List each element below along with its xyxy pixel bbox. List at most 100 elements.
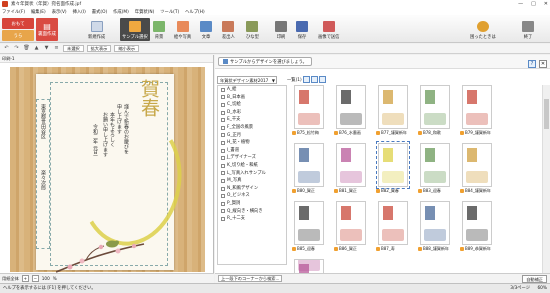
- category-item[interactable]: L_写真入れサンプル: [218, 170, 286, 178]
- sample-thumbnail[interactable]: B86_賀正: [333, 201, 369, 255]
- align-icon[interactable]: ≡: [53, 45, 60, 52]
- sample-thumbnail[interactable]: B82_賀春: [375, 141, 411, 197]
- message-line-3[interactable]: 本年もよろしく: [108, 112, 115, 182]
- checkbox[interactable]: [221, 118, 225, 123]
- category-item[interactable]: D_水彩: [218, 109, 286, 117]
- checkbox[interactable]: [221, 163, 225, 168]
- checkbox[interactable]: [221, 125, 225, 130]
- category-item[interactable]: K_切り絵・和紙: [218, 162, 286, 170]
- zoom-out-icon[interactable]: −: [31, 275, 39, 282]
- sample-thumbnail[interactable]: B81_賀正: [333, 143, 369, 197]
- undo-icon[interactable]: ↶: [3, 45, 10, 52]
- checkbox[interactable]: [221, 102, 225, 107]
- menu-view[interactable]: 表示(V): [52, 9, 67, 15]
- category-item[interactable]: B_日本画: [218, 94, 286, 102]
- tab-back[interactable]: うら: [2, 30, 34, 41]
- template-button[interactable]: ひな型: [246, 18, 259, 41]
- category-item[interactable]: Q_縦向き・横向き: [218, 208, 286, 216]
- category-item[interactable]: N_和風デザイン: [218, 185, 286, 193]
- sample-thumbnail[interactable]: B79_謹賀新年: [459, 85, 495, 139]
- ribbon-section-tab[interactable]: ▤ 裏面作成: [36, 18, 58, 41]
- background-button[interactable]: 背景: [153, 18, 165, 41]
- checkbox[interactable]: [221, 156, 225, 161]
- checkbox[interactable]: [221, 171, 225, 176]
- checkbox[interactable]: [221, 95, 225, 100]
- checkbox[interactable]: [221, 133, 225, 138]
- redo-icon[interactable]: ↷: [13, 45, 20, 52]
- choose-design-button[interactable]: サンプルからデザインを選びましょう。: [218, 57, 312, 66]
- checkbox[interactable]: [221, 148, 225, 153]
- category-item[interactable]: E_干支: [218, 116, 286, 124]
- category-item[interactable]: M_写真: [218, 177, 286, 185]
- sample-thumbnail[interactable]: B85_迎春: [291, 201, 327, 255]
- menu-create[interactable]: 作成(M): [113, 9, 129, 15]
- category-item[interactable]: J_デザイナーズ: [218, 154, 286, 162]
- sample-thumbnail[interactable]: B83_迎春: [417, 143, 453, 197]
- sample-thumbnail[interactable]: B88_謹賀新年: [417, 201, 453, 255]
- greeting-kanji[interactable]: 賀春: [138, 79, 160, 117]
- sample-thumbnail[interactable]: B87_寿: [375, 201, 411, 255]
- checkbox[interactable]: [221, 201, 225, 206]
- checkbox[interactable]: [221, 194, 225, 199]
- send-image-button[interactable]: 画像で送信: [318, 18, 339, 41]
- sender-frame[interactable]: 東京都世田谷区 楽々次郎: [36, 99, 50, 249]
- category-item[interactable]: I_書道: [218, 147, 286, 155]
- close-window-button[interactable]: ✕: [544, 0, 548, 8]
- text-button[interactable]: 文章: [200, 18, 212, 41]
- close-panel-icon[interactable]: ✕: [539, 60, 547, 68]
- corner-search-button[interactable]: 上一段下のコーナーから検索...: [218, 275, 283, 282]
- category-select[interactable]: 年賀状デザイン素材2017 ▼: [217, 76, 277, 84]
- message-line-5[interactable]: 令和二年 元旦: [91, 124, 98, 184]
- auto-correct-button[interactable]: 自動補正: [522, 275, 547, 283]
- category-item[interactable]: F_全国の風景: [218, 124, 286, 132]
- tab-front[interactable]: おもて: [2, 18, 34, 29]
- postcard-preview[interactable]: 賀春 謹んで新春のお慶びを 申し上げます 本年もよろしく お願い申し上げます 令…: [36, 74, 192, 273]
- category-item[interactable]: R_十二支: [218, 215, 286, 223]
- view-small-icon[interactable]: [311, 76, 318, 83]
- checkbox[interactable]: [221, 216, 225, 221]
- category-item[interactable]: H_花・植物: [218, 139, 286, 147]
- layer-up-icon[interactable]: ▲: [33, 45, 40, 52]
- menu-tools[interactable]: ツール(T): [160, 9, 179, 15]
- picture-button[interactable]: 絵や写真: [174, 18, 191, 41]
- scrollbar-thumb[interactable]: [544, 99, 549, 129]
- menu-file[interactable]: ファイル(F): [2, 9, 25, 15]
- checkbox[interactable]: [221, 178, 225, 183]
- sample-thumbnail[interactable]: B80_賀正: [291, 143, 327, 197]
- zoom-out-chip[interactable]: 縮小表示: [114, 45, 140, 52]
- menu-help[interactable]: ヘルプ(H): [185, 9, 204, 15]
- new-create-button[interactable]: 新規作成: [88, 18, 105, 41]
- sample-select-button[interactable]: サンプル選択: [120, 18, 150, 41]
- minimize-button[interactable]: —: [518, 0, 523, 8]
- category-item[interactable]: C_切絵: [218, 101, 286, 109]
- sample-thumbnail[interactable]: B76_水墨画: [333, 85, 369, 139]
- view-list-icon[interactable]: [319, 76, 326, 83]
- menu-edit[interactable]: 編集(E): [31, 9, 46, 15]
- help-trouble-button[interactable]: 困ったときは: [470, 18, 496, 41]
- sample-thumbnail[interactable]: B89_恭賀新年: [459, 201, 495, 255]
- checkbox[interactable]: [221, 110, 225, 115]
- message-line-2[interactable]: 申し上げます: [115, 104, 122, 174]
- category-item[interactable]: G_正月: [218, 132, 286, 140]
- message-line-1[interactable]: 謹んで新春のお慶びを: [122, 104, 129, 174]
- save-button[interactable]: 保存: [296, 18, 308, 41]
- view-large-icon[interactable]: [303, 76, 310, 83]
- layer-down-icon[interactable]: ▼: [43, 45, 50, 52]
- checkbox[interactable]: [221, 186, 225, 191]
- vertical-scrollbar[interactable]: [542, 85, 550, 275]
- print-button[interactable]: 印刷: [275, 18, 287, 41]
- sender-button[interactable]: 差出人: [222, 18, 235, 41]
- category-item[interactable]: O_ビジネス: [218, 192, 286, 200]
- zoom-in-chip[interactable]: 拡大表示: [86, 45, 112, 52]
- checkbox[interactable]: [221, 209, 225, 214]
- checkbox[interactable]: [221, 140, 225, 145]
- sample-thumbnail[interactable]: B75_松竹梅: [291, 85, 327, 139]
- zoom-value[interactable]: 100: [42, 276, 50, 281]
- sample-thumbnail[interactable]: B78_和歌: [417, 85, 453, 139]
- help-icon[interactable]: ?: [528, 60, 536, 68]
- menu-insert[interactable]: 挿入(I): [73, 9, 86, 15]
- menu-format[interactable]: 書式(O): [92, 9, 107, 15]
- sample-thumbnail[interactable]: B77_謹賀新年: [375, 85, 411, 139]
- menu-nenga[interactable]: 年賀状(N): [135, 9, 154, 15]
- category-item[interactable]: A_絵: [218, 86, 286, 94]
